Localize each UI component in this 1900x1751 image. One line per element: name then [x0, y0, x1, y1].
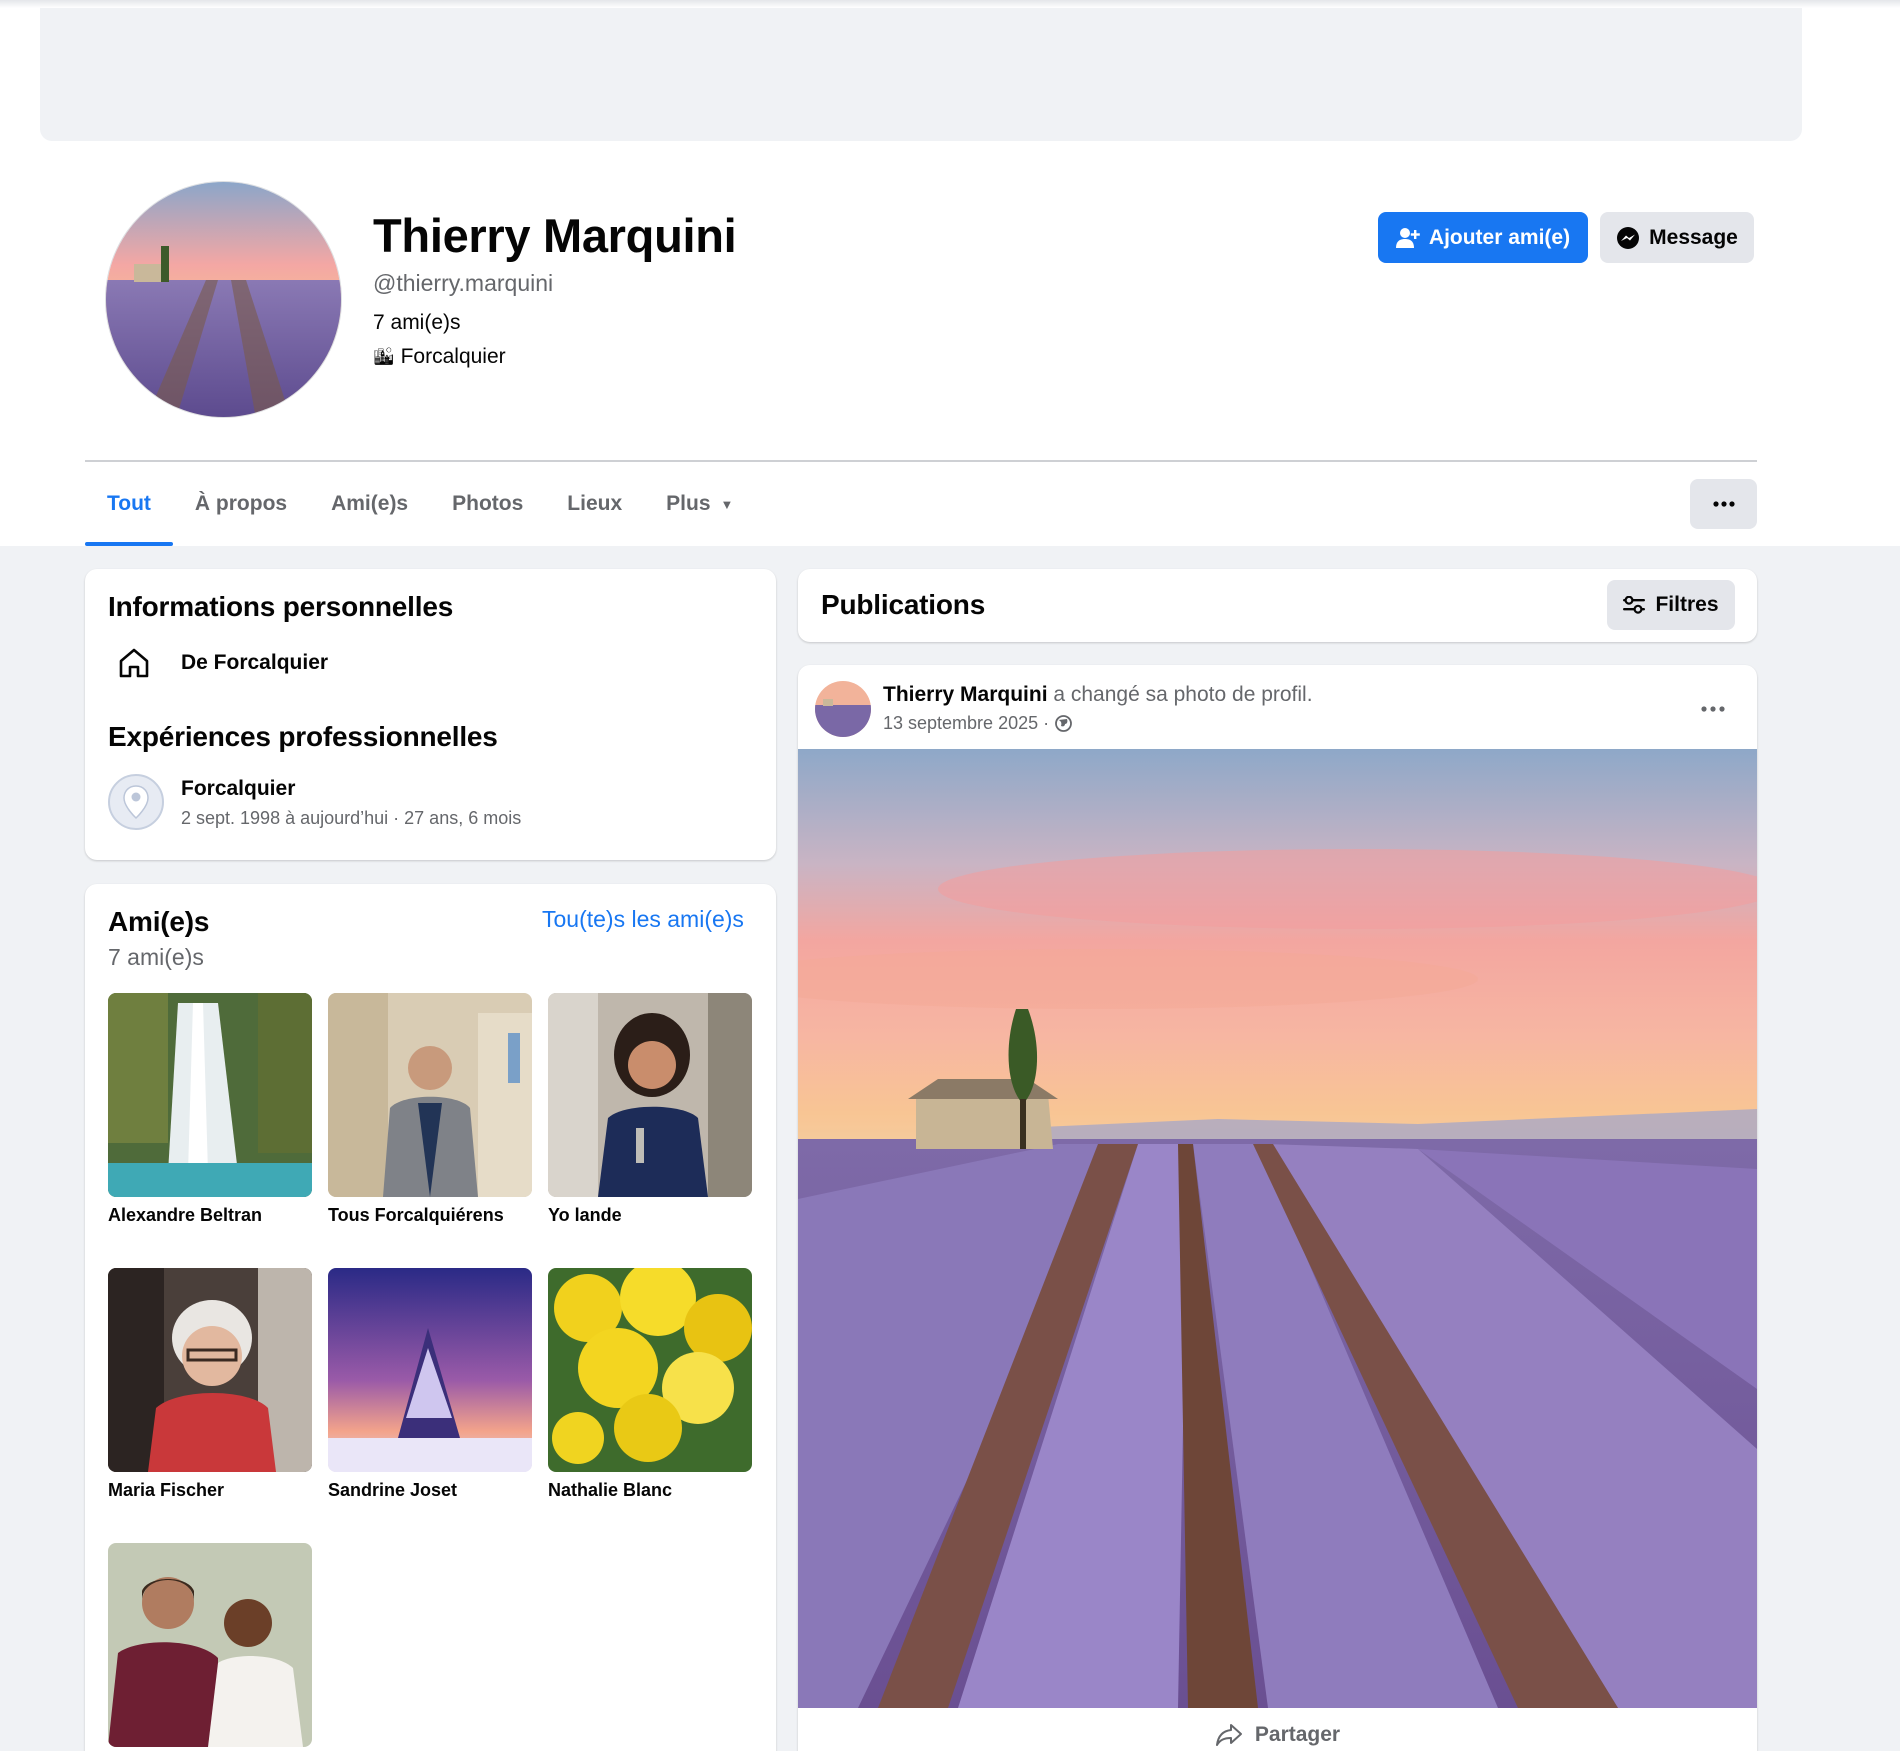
friends-count: 7 ami(e)s — [108, 944, 204, 970]
lavender-field-image — [798, 749, 1757, 1708]
location-pin-icon — [108, 774, 164, 830]
messenger-icon — [1617, 226, 1640, 249]
tab-lieux[interactable]: Lieux — [545, 462, 644, 546]
more-dots-icon — [1712, 501, 1735, 507]
publications-header-card: Publications Filtres — [798, 569, 1757, 642]
friend-name: Maria Fischer — [108, 1480, 225, 1500]
personal-info-title: Informations personnelles — [108, 591, 454, 622]
work-dates: 2 sept. 1998 à aujourd’hui · 27 ans, 6 m… — [181, 808, 522, 828]
filters-button[interactable]: Filtres — [1607, 580, 1735, 630]
friend-photo — [548, 1268, 752, 1472]
post-photo[interactable] — [798, 749, 1757, 1708]
friend-tile[interactable]: Yo lande — [548, 993, 752, 1226]
friend-name: Sandrine Joset — [328, 1480, 458, 1500]
friend-tile[interactable]: Alexandre Beltran — [108, 993, 312, 1226]
more-options-button[interactable] — [1690, 479, 1757, 529]
post-date-text[interactable]: 13 septembre 2025 · — [883, 713, 1049, 734]
tab-label: Tout — [107, 492, 151, 515]
profile-tabs: Tout À propos Ami(e)s Photos Lieux Plus … — [85, 462, 755, 546]
publications-title: Publications — [821, 589, 986, 620]
friend-tile[interactable] — [108, 1543, 312, 1751]
friend-name: Alexandre Beltran — [108, 1205, 263, 1225]
tab-label: Lieux — [567, 492, 623, 515]
profile-friends-count[interactable]: 7 ami(e)s — [373, 311, 461, 335]
add-friend-icon — [1395, 227, 1420, 248]
friend-photo — [328, 993, 532, 1197]
message-label: Message — [1649, 225, 1738, 249]
more-dots-icon — [1701, 706, 1725, 712]
friends-card: Ami(e)s Tou(te)s les ami(e)s 7 ami(e)s A… — [85, 884, 776, 1751]
message-button[interactable]: Message — [1600, 212, 1754, 263]
post-author-avatar[interactable] — [815, 681, 871, 737]
friend-name: Yo lande — [548, 1205, 622, 1225]
add-friend-label: Ajouter ami(e) — [1428, 225, 1571, 249]
city-icon: 🏙 — [373, 347, 395, 366]
friend-photo — [548, 993, 752, 1197]
friend-tile[interactable]: Tous Forcalquiérens — [328, 993, 532, 1226]
tab-plus[interactable]: Plus ▼ — [644, 462, 755, 546]
post-card: Thierry Marquini a changé sa photo de pr… — [798, 665, 1757, 1751]
see-all-friends-link[interactable]: Tou(te)s les ami(e)s — [542, 906, 744, 933]
friend-photo — [108, 1268, 312, 1472]
profile-name: Thierry Marquini — [373, 209, 737, 262]
caret-down-icon: ▼ — [720, 496, 734, 512]
share-icon — [1215, 1724, 1242, 1746]
top-edge — [0, 0, 1900, 8]
friends-title: Ami(e)s — [108, 906, 210, 937]
work-title: Expériences professionnelles — [108, 721, 498, 752]
post-author-name[interactable]: Thierry Marquini — [883, 683, 1048, 706]
tab-label: Ami(e)s — [331, 492, 409, 515]
friend-name: Tous Forcalquiérens — [328, 1205, 504, 1225]
friend-photo — [108, 993, 312, 1197]
share-label: Partager — [1254, 1723, 1341, 1746]
personal-info-card: Informations personnelles De Forcalquier… — [85, 569, 776, 860]
hometown-text: De Forcalquier — [181, 651, 329, 674]
post-avatar-image — [815, 681, 871, 737]
profile-city: 🏙 Forcalquier — [373, 345, 506, 369]
lavender-avatar-image — [106, 182, 341, 417]
home-icon — [116, 645, 152, 681]
profile-avatar[interactable] — [105, 181, 342, 418]
filters-icon — [1623, 596, 1646, 614]
post-options-button[interactable] — [1691, 687, 1735, 731]
tab-tout[interactable]: Tout — [85, 462, 173, 546]
city-label: Forcalquier — [400, 345, 506, 368]
post-date: 13 septembre 2025 · — [883, 713, 1073, 734]
share-button[interactable]: Partager — [798, 1723, 1757, 1747]
tab-photos[interactable]: Photos — [430, 462, 545, 546]
add-friend-button[interactable]: Ajouter ami(e) — [1378, 212, 1588, 263]
globe-icon — [1055, 715, 1073, 732]
friend-photo — [328, 1268, 532, 1472]
friend-photo — [108, 1543, 312, 1747]
tab-label: Photos — [452, 492, 524, 515]
friend-tile[interactable]: Nathalie Blanc — [548, 1268, 752, 1501]
cover-photo[interactable] — [40, 8, 1802, 141]
post-action-text: a changé sa photo de profil. — [1047, 683, 1313, 706]
friend-tile[interactable]: Maria Fischer — [108, 1268, 312, 1501]
tab-a-propos[interactable]: À propos — [173, 462, 309, 546]
work-place[interactable]: Forcalquier — [181, 777, 295, 801]
tab-label: À propos — [194, 492, 288, 515]
tab-label: Plus — [666, 492, 711, 515]
post-header: Thierry Marquini a changé sa photo de pr… — [883, 683, 1313, 707]
profile-handle: @thierry.marquini — [373, 270, 554, 296]
filters-label: Filtres — [1655, 593, 1719, 616]
friend-tile[interactable]: Sandrine Joset — [328, 1268, 532, 1501]
tab-amis[interactable]: Ami(e)s — [309, 462, 430, 546]
friend-name: Nathalie Blanc — [548, 1480, 673, 1500]
